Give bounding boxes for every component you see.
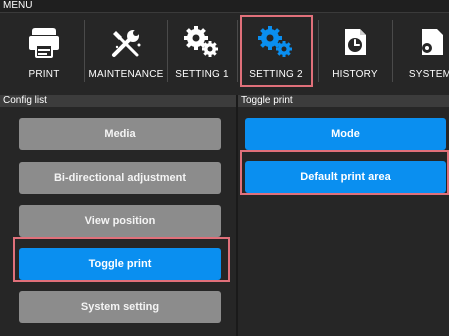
menu-item-label: SETTING 1 bbox=[175, 69, 229, 80]
menu-separator bbox=[167, 20, 168, 82]
gears-blue-icon bbox=[258, 26, 292, 57]
menu-item-maintenance[interactable]: MAINTENANCE bbox=[88, 15, 164, 87]
toggle-item-mode[interactable]: Mode bbox=[245, 118, 446, 150]
menu-separator bbox=[84, 20, 85, 82]
menu-item-print[interactable]: PRINT bbox=[14, 15, 74, 87]
menu-item-label: HISTORY bbox=[332, 69, 378, 80]
config-item-system-setting[interactable]: System setting bbox=[19, 291, 221, 323]
menu-item-label: PRINT bbox=[28, 69, 60, 80]
menu-item-label: SYSTEM bbox=[408, 69, 449, 80]
toggle-item-default-print-area[interactable]: Default print area bbox=[245, 161, 446, 193]
config-item-view-position[interactable]: View position bbox=[19, 205, 221, 237]
toggle-print-header: Toggle print bbox=[238, 95, 449, 107]
gears-icon bbox=[184, 26, 218, 57]
menu-item-history[interactable]: HISTORY bbox=[325, 15, 385, 87]
menu-item-label: SETTING 2 bbox=[249, 69, 303, 80]
history-icon bbox=[345, 29, 366, 55]
config-item-media[interactable]: Media bbox=[19, 118, 221, 150]
menu-title: MENU bbox=[3, 0, 33, 11]
menu-item-setting-2[interactable]: SETTING 2 bbox=[243, 15, 309, 87]
menu-item-system[interactable]: SYSTEM bbox=[400, 15, 449, 87]
config-list-header: Config list bbox=[0, 95, 236, 107]
config-item-toggle-print[interactable]: Toggle print bbox=[19, 248, 221, 280]
print-icon bbox=[29, 28, 59, 58]
menu-separator bbox=[237, 20, 238, 82]
menu-item-label: MAINTENANCE bbox=[88, 69, 164, 80]
pane-divider bbox=[236, 95, 238, 336]
menu-separator bbox=[392, 20, 393, 82]
menu-item-setting-1[interactable]: SETTING 1 bbox=[170, 15, 234, 87]
menu-bar: MENU PRINT MAINTENANCE SETTING 1 SETTING… bbox=[0, 0, 449, 92]
menu-separator bbox=[318, 20, 319, 82]
config-item-bi-directional-adjustment[interactable]: Bi-directional adjustment bbox=[19, 162, 221, 194]
system-icon bbox=[422, 29, 443, 55]
tools-icon bbox=[112, 30, 141, 57]
